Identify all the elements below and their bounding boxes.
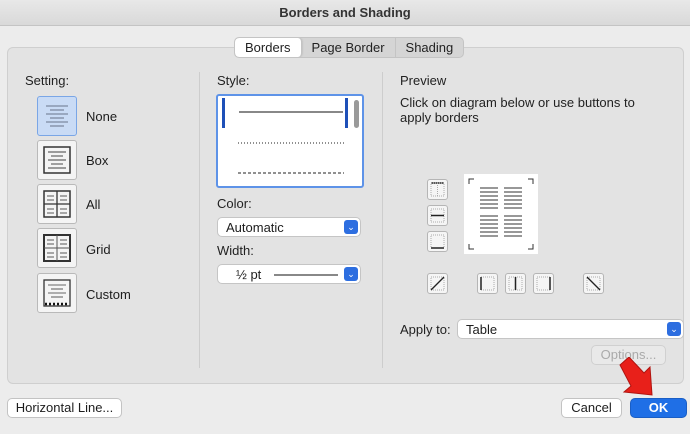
window-title: Borders and Shading [0,0,690,26]
setting-none-button[interactable] [37,96,77,136]
left-border-icon [480,276,495,291]
apply-to-select[interactable]: Table ⌄ [457,319,684,339]
setting-label: Setting: [25,73,70,88]
color-select[interactable]: Automatic ⌄ [217,217,361,237]
preview-diagram-graphic [468,178,534,250]
style-list[interactable] [216,94,364,188]
tab-page-border[interactable]: Page Border [302,38,396,57]
setting-box-label: Box [86,153,109,168]
column-divider-left [199,72,200,368]
horizontal-line-button[interactable]: Horizontal Line... [7,398,122,418]
top-border-button[interactable] [427,179,448,200]
bottom-border-icon [430,234,445,249]
setting-custom-label: Custom [86,287,131,302]
style-option-solid[interactable] [222,98,348,128]
preview-diagram[interactable] [464,174,538,254]
setting-box-icon [43,146,71,174]
right-border-button[interactable] [533,273,554,294]
width-line-sample [274,274,338,276]
preview-label: Preview [400,73,447,88]
ok-button[interactable]: OK [630,398,687,418]
setting-grid-label: Grid [86,242,111,257]
setting-custom-icon [43,279,71,307]
right-border-icon [536,276,551,291]
setting-all-icon [43,190,71,218]
annotation-arrow-icon [619,357,653,396]
cancel-button[interactable]: Cancel [561,398,622,418]
color-label: Color: [217,196,252,211]
setting-none-label: None [86,109,118,124]
apply-to-value: Table [466,322,498,337]
diagonal-down-border-button[interactable] [427,273,448,294]
setting-custom-button[interactable] [37,273,77,313]
setting-grid-button[interactable] [37,228,77,268]
chevron-updown-icon: ⌄ [667,322,681,336]
inside-vertical-border-button[interactable] [505,273,526,294]
width-select-value: ½ pt [236,267,262,282]
top-border-icon [430,182,445,197]
tab-bar: Borders Page Border Shading [234,37,465,58]
inside-vertical-border-icon [508,276,523,291]
setting-box-button[interactable] [37,140,77,180]
diagonal-up-icon [430,276,445,291]
tab-shading[interactable]: Shading [396,38,464,57]
width-label: Width: [217,243,254,258]
column-divider-right [382,72,383,368]
color-select-value: Automatic [226,220,284,235]
diagonal-down-icon [586,276,601,291]
inside-horizontal-border-button[interactable] [427,205,448,226]
style-label: Style: [217,73,250,88]
preview-instructions: Click on diagram below or use buttons to… [400,95,635,125]
left-border-button[interactable] [477,273,498,294]
style-list-scrollbar[interactable] [354,100,359,128]
setting-grid-icon [43,234,71,262]
setting-all-label: All [86,197,101,212]
style-option-dotted[interactable] [224,128,346,158]
style-option-dashed[interactable] [224,158,346,186]
width-select[interactable]: ½ pt ⌄ [217,264,361,284]
setting-none-icon [46,105,68,127]
tab-borders[interactable]: Borders [235,38,302,57]
inside-horizontal-border-icon [430,208,445,223]
setting-all-button[interactable] [37,184,77,224]
chevron-updown-icon: ⌄ [344,267,358,281]
bottom-border-button[interactable] [427,231,448,252]
apply-to-label: Apply to: [400,322,451,337]
chevron-updown-icon: ⌄ [344,220,358,234]
diagonal-up-border-button[interactable] [583,273,604,294]
